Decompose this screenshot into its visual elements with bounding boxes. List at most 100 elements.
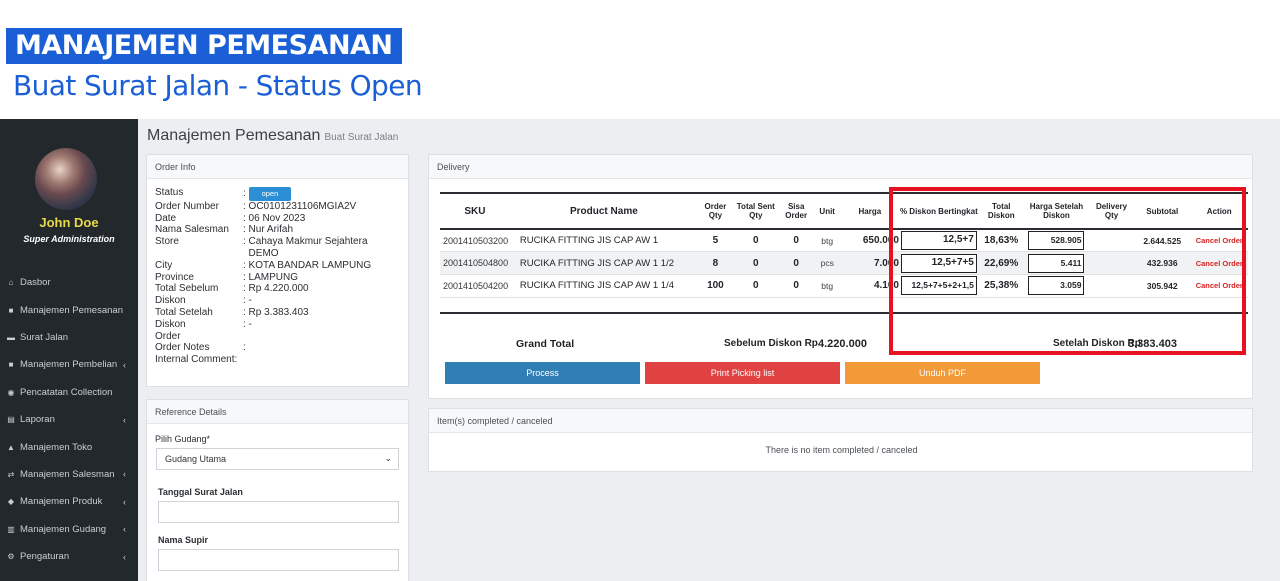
info-row: City : KOTA BANDAR LAMPUNG xyxy=(155,260,393,272)
info-row: DEMO xyxy=(155,248,393,260)
tanggal-surat-jalan-input[interactable] xyxy=(158,501,399,523)
product-name-cell: RUCIKA FITTING JIS CAP AW 1 1/2 xyxy=(509,251,698,276)
sisa-order-cell: 0 xyxy=(778,251,814,276)
banner-subtitle: Buat Surat Jalan - Status Open xyxy=(13,69,423,102)
info-row: Province : LAMPUNG xyxy=(155,272,393,284)
sidebar-item-surat-jalan[interactable]: ▬ Surat Jalan xyxy=(0,324,138,351)
page-subtitle: Buat Surat Jalan xyxy=(324,132,399,143)
sent-qty-cell: 0 xyxy=(732,229,779,253)
print-picking-list-button[interactable]: Print Picking list xyxy=(645,362,840,384)
info-key xyxy=(155,248,243,260)
sidebar-item-label: Dasbor xyxy=(20,277,51,289)
gudang-select[interactable]: Gudang Utama ⌄ xyxy=(156,448,399,470)
unit-cell: btg xyxy=(813,274,841,298)
bank-icon: ▲ xyxy=(7,442,15,452)
info-row: Date: 06 Nov 2023 xyxy=(155,213,393,225)
info-value: : LAMPUNG xyxy=(243,271,299,283)
exchange-icon: ⇄ xyxy=(7,469,15,479)
chevron-left-icon: ‹ xyxy=(123,414,126,425)
info-value: : Cahaya Makmur Sejahtera xyxy=(243,236,368,248)
supir-label: Nama Supir xyxy=(158,535,209,545)
order-info-card: Order Info Status : open Order Number: O… xyxy=(146,154,409,387)
sidebar-item-label: Surat Jalan xyxy=(20,331,69,343)
box-icon: ◆ xyxy=(7,497,15,507)
sku-cell: 2001410504800 xyxy=(440,251,510,276)
column-header: Total Sent Qty xyxy=(732,192,779,230)
unduh-pdf-button[interactable]: Unduh PDF xyxy=(845,362,1040,384)
user-role: Super Administration xyxy=(23,234,115,244)
sidebar-item-label: Manajemen Gudang xyxy=(20,523,107,535)
page-title-text: Manajemen Pemesanan xyxy=(147,127,321,144)
sidebar-item-manajemen-pembelian[interactable]: ■ Manajemen Pembelian ‹ xyxy=(0,351,138,378)
info-key: Order Number xyxy=(155,200,219,212)
sidebar-item-label: Manajemen Pembelian xyxy=(20,359,118,371)
chevron-left-icon: ‹ xyxy=(123,524,126,535)
sku-cell: 2001410503200 xyxy=(440,229,510,253)
chevron-left-icon: ‹ xyxy=(123,359,126,370)
order-qty-cell: 8 xyxy=(697,251,733,276)
app-window: John Doe Super Administration ⌂ Dasbor ■ Ma… xyxy=(0,119,1280,581)
sidebar-item-pencatatan-collection[interactable]: ◉ Pencatatan Collection xyxy=(0,379,138,406)
sisa-order-cell: 0 xyxy=(778,229,814,253)
process-button[interactable]: Process xyxy=(445,362,640,384)
info-row: Diskon: - xyxy=(155,319,393,331)
order-qty-cell: 5 xyxy=(697,229,733,253)
info-key: Order Notes xyxy=(155,342,210,354)
sidebar-item-pengaturan[interactable]: ⚙ Pengaturan ‹ xyxy=(0,543,138,570)
sidebar-item-label: Pengaturan xyxy=(20,551,70,563)
sisa-order-cell: 0 xyxy=(778,274,814,298)
sidebar-item-manajemen-produk[interactable]: ◆ Manajemen Produk ‹ xyxy=(0,488,138,515)
info-key: City xyxy=(155,259,173,271)
order-qty-cell: 100 xyxy=(697,274,733,298)
sidebar-item-label: Manajemen Toko xyxy=(20,441,93,453)
info-value: : OC0101231106MGIA2V xyxy=(243,200,357,212)
info-key: Total Setelah xyxy=(155,306,213,318)
sidebar-menu: ⌂ Dasbor ■ Manajemen Pemesanan ▬ Surat Jalan ■… xyxy=(0,269,138,570)
info-row: Store : Cahaya Makmur Sejahtera xyxy=(155,236,393,248)
home-icon: ⌂ xyxy=(8,278,14,288)
info-key: Store xyxy=(155,236,179,248)
chevron-down-icon: ⌄ xyxy=(384,453,392,463)
gudang-select-value: Gudang Utama xyxy=(165,454,227,464)
page-title: Manajemen Pemesanan Buat Surat Jalan xyxy=(147,127,398,145)
sidebar-item-manajemen-toko[interactable]: ▲ Manajemen Toko xyxy=(0,433,138,460)
product-name-cell: RUCIKA FITTING JIS CAP AW 1 xyxy=(509,229,698,253)
info-value: : KOTA BANDAR LAMPUNG xyxy=(243,259,372,271)
chart-icon: ▤ xyxy=(7,415,15,425)
sidebar-item-label: Manajemen Pemesanan xyxy=(20,304,123,316)
info-row: Internal Comment: xyxy=(155,354,393,366)
info-value: : Nur Arifah xyxy=(243,224,294,236)
info-key: Internal Comment: xyxy=(155,354,238,366)
sent-qty-cell: 0 xyxy=(732,274,779,298)
order-info-header: Order Info xyxy=(147,155,408,179)
info-key: Province xyxy=(155,271,194,283)
sidebar-item-laporan[interactable]: ▤ Laporan ‹ xyxy=(0,406,138,433)
info-row: Order Number : OC0101231106MGIA2V xyxy=(155,201,393,213)
avatar[interactable] xyxy=(35,148,97,210)
nama-supir-input[interactable] xyxy=(158,549,399,571)
status-badge: open xyxy=(248,187,292,201)
completed-card: Item(s) completed / canceled There is no… xyxy=(428,408,1253,472)
info-key: Diskon xyxy=(155,295,186,307)
order-info-rows: Status : open Order Number: OC0101231106… xyxy=(155,187,393,366)
truck-icon: ▬ xyxy=(7,332,15,342)
user-name: John Doe xyxy=(39,215,99,230)
sebelum-diskon-label: Sebelum Diskon Rp xyxy=(724,338,818,349)
reference-details-header: Reference Details xyxy=(147,400,408,424)
sidebar-item-dasbor[interactable]: ⌂ Dasbor xyxy=(0,269,138,296)
cart-icon: ■ xyxy=(8,360,14,370)
info-key: Date xyxy=(155,212,177,224)
sidebar-item-label: Manajemen Produk xyxy=(20,496,103,508)
banner: MANAJEMEN PEMESANAN Buat Surat Jalan - S… xyxy=(0,0,1280,119)
reference-details-card: Reference Details Pilih Gudang* Gudang U… xyxy=(146,399,409,581)
chevron-left-icon: ‹ xyxy=(123,496,126,507)
tanggal-label: Tanggal Surat Jalan xyxy=(158,487,243,497)
sidebar-item-manajemen-salesman[interactable]: ⇄ Manajemen Salesman ‹ xyxy=(0,461,138,488)
sidebar-item-manajemen-gudang[interactable]: ▥ Manajemen Gudang ‹ xyxy=(0,516,138,543)
info-row: Total Sebelum: Rp 4.220.000 xyxy=(155,283,393,295)
sidebar: John Doe Super Administration ⌂ Dasbor ■ Ma… xyxy=(0,119,138,581)
info-value: : xyxy=(243,342,246,354)
sidebar-item-manajemen-pemesanan[interactable]: ■ Manajemen Pemesanan xyxy=(0,296,138,323)
unit-cell: btg xyxy=(813,229,841,253)
sent-qty-cell: 0 xyxy=(732,251,779,276)
